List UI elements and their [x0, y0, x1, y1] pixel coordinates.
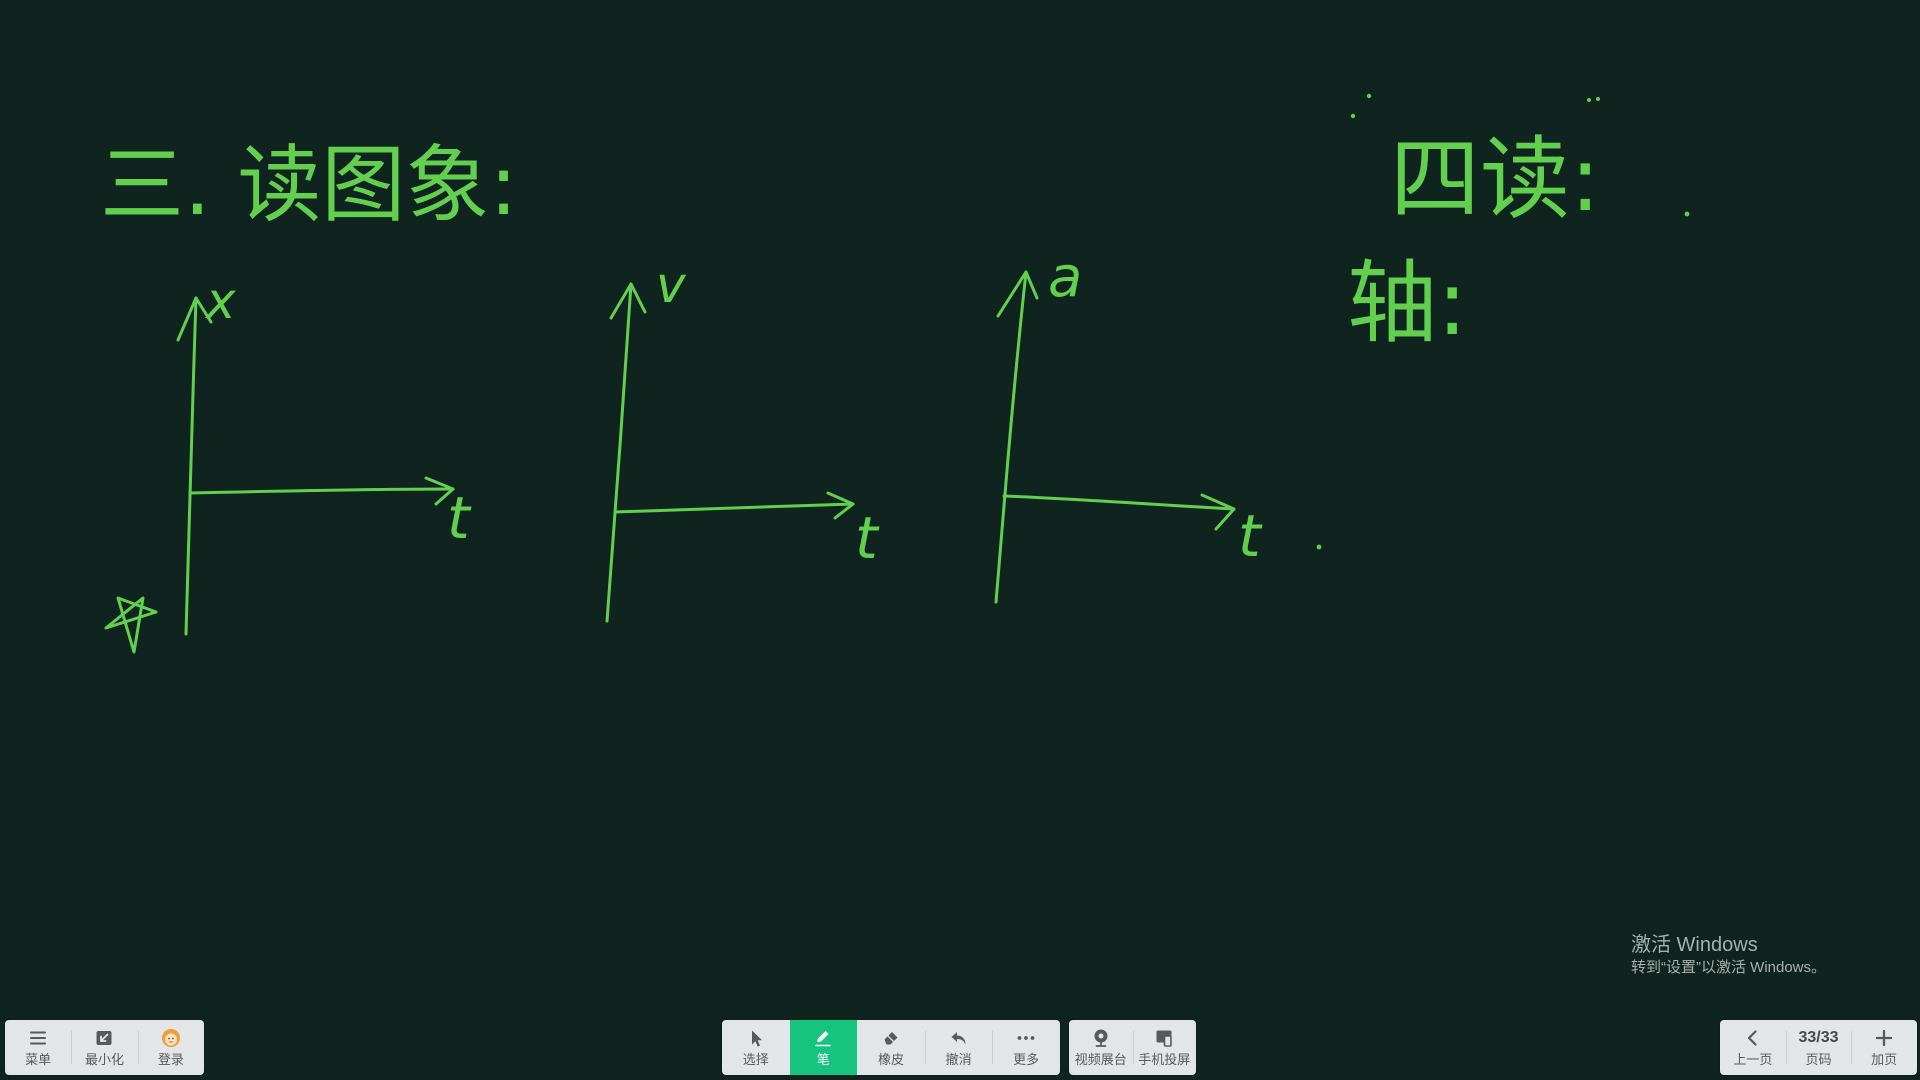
toolbar-pager: 上一页 33/33 页码 加页	[1720, 1020, 1917, 1075]
toolbar-left: 菜单 最小化 登录	[5, 1020, 204, 1075]
graph-2-vertical-axis	[605, 282, 633, 623]
stray-dot	[1366, 93, 1372, 99]
avatar-icon	[161, 1028, 181, 1048]
watermark-title: 激活 Windows	[1631, 934, 1758, 956]
minimize-button[interactable]: 最小化	[71, 1020, 137, 1075]
activation-watermark: 激活 Windows 转到“设置”以激活 Windows。	[1631, 932, 1826, 978]
menu-button[interactable]: 菜单	[5, 1020, 71, 1075]
more-button[interactable]: 更多	[992, 1020, 1060, 1075]
minimize-icon	[94, 1028, 114, 1048]
select-tool-label: 选择	[742, 1052, 769, 1067]
pen-icon	[813, 1028, 833, 1048]
undo-button[interactable]: 撤消	[924, 1020, 993, 1075]
add-page-button[interactable]: 加页	[1851, 1020, 1917, 1075]
star-mark	[104, 596, 158, 654]
graph-3-horizontal-axis	[1002, 494, 1236, 511]
stray-dot	[1596, 97, 1600, 101]
more-label: 更多	[1013, 1052, 1040, 1067]
graph-a-t: a t	[994, 245, 1263, 604]
visualizer-button[interactable]: 视频展台	[1069, 1020, 1133, 1075]
whiteboard-canvas[interactable]: 三. 读图象: 四读: 轴: x t v t a t	[0, 0, 1920, 1080]
eraser-tool-button[interactable]: 橡皮	[857, 1020, 925, 1075]
more-dots-icon	[1016, 1028, 1036, 1048]
toolbar-media: 视频展台 手机投屏	[1069, 1020, 1196, 1075]
axis-note: 轴:	[1347, 251, 1467, 356]
stray-dot	[1684, 211, 1690, 217]
graph-3-vertical-axis	[994, 270, 1028, 604]
graph-2-x-label: t	[855, 504, 880, 572]
cursor-icon	[746, 1028, 766, 1048]
graph-2-horizontal-axis	[613, 502, 855, 514]
graph-2-y-label: v	[656, 256, 687, 314]
menu-label: 菜单	[25, 1052, 52, 1067]
undo-icon	[949, 1028, 969, 1048]
graph-1-y-label: x	[204, 272, 236, 330]
page-number-button[interactable]: 33/33 页码	[1785, 1020, 1852, 1075]
phone-cast-icon	[1154, 1028, 1174, 1048]
heading-four-read: 四读:	[1390, 127, 1600, 232]
graph-3-vertical-arrow	[996, 270, 1039, 318]
camera-icon	[1091, 1028, 1111, 1048]
prev-page-label: 上一页	[1733, 1052, 1773, 1067]
add-page-label: 加页	[1871, 1052, 1898, 1067]
graph-3-y-label: a	[1048, 245, 1082, 310]
graph-1-vertical-axis	[184, 296, 198, 636]
minimize-label: 最小化	[84, 1052, 124, 1067]
phone-cast-label: 手机投屏	[1138, 1052, 1191, 1067]
heading-read-graphs: 三. 读图象:	[100, 136, 518, 234]
menu-icon	[28, 1028, 48, 1048]
page-count: 33/33	[1798, 1029, 1839, 1046]
prev-page-button[interactable]: 上一页	[1720, 1020, 1786, 1075]
plus-icon	[1874, 1028, 1894, 1048]
login-label: 登录	[157, 1052, 184, 1067]
stray-dot	[1587, 98, 1591, 102]
graph-1-horizontal-axis	[188, 487, 455, 495]
watermark-subtitle: 转到“设置”以激活 Windows。	[1631, 959, 1827, 976]
graph-1-x-label: t	[447, 484, 472, 552]
select-tool-button[interactable]: 选择	[722, 1020, 790, 1075]
login-button[interactable]: 登录	[137, 1020, 204, 1075]
phone-cast-button[interactable]: 手机投屏	[1132, 1020, 1197, 1075]
pen-tool-label: 笔	[816, 1052, 830, 1067]
graph-x-t: x t	[104, 272, 472, 654]
eraser-tool-label: 橡皮	[877, 1052, 904, 1067]
stray-dot	[1316, 544, 1322, 550]
eraser-icon	[881, 1028, 901, 1048]
toolbar-tools: 选择 笔 橡皮 撤消 更多	[722, 1020, 1060, 1075]
graph-3-x-label: t	[1238, 502, 1263, 570]
undo-label: 撤消	[945, 1052, 972, 1067]
pen-tool-button[interactable]: 笔	[789, 1020, 858, 1075]
page-number-label: 页码	[1805, 1052, 1832, 1067]
graph-3-horizontal-arrow	[1200, 493, 1236, 531]
chevron-left-icon	[1743, 1028, 1763, 1048]
stray-dot	[1350, 113, 1356, 119]
visualizer-label: 视频展台	[1074, 1052, 1127, 1067]
graph-v-t: v t	[605, 256, 880, 623]
